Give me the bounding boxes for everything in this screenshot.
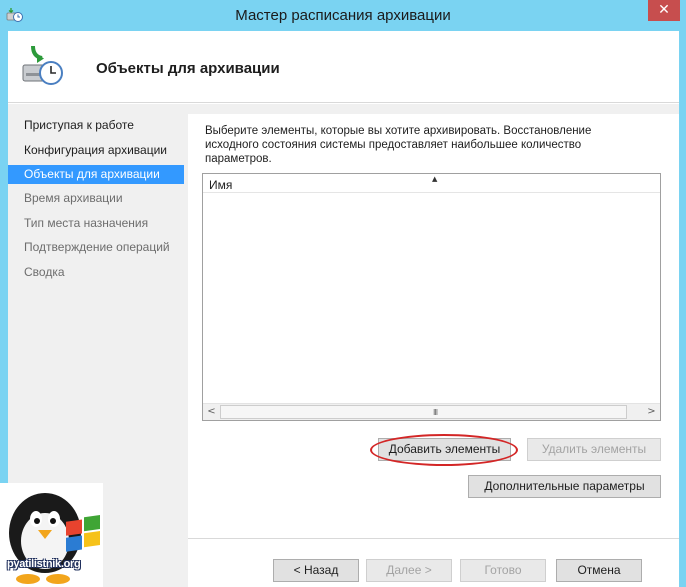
- sort-ascending-icon: ▲: [432, 175, 438, 183]
- window-title: Мастер расписания архивации: [235, 7, 451, 24]
- footer-divider: [188, 538, 679, 539]
- wizard-body: Приступая к работе Конфигурация архиваци…: [8, 104, 679, 587]
- nav-step-backup-items[interactable]: Объекты для архивации: [8, 165, 184, 184]
- remove-items-button[interactable]: Удалить элементы: [527, 438, 661, 461]
- back-button[interactable]: < Назад: [273, 559, 359, 582]
- content-panel: Выберите элементы, которые вы хотите арх…: [188, 114, 679, 587]
- nav-step-backup-time[interactable]: Время архивации: [8, 189, 184, 208]
- wizard-client: Объекты для архивации Приступая к работе…: [8, 31, 679, 587]
- next-button[interactable]: Далее >: [366, 559, 452, 582]
- page-title: Объекты для архивации: [96, 60, 280, 77]
- nav-step-summary[interactable]: Сводка: [8, 263, 184, 282]
- advanced-settings-button[interactable]: Дополнительные параметры: [468, 475, 661, 498]
- title-bar[interactable]: Мастер расписания архивации ✕: [0, 0, 686, 31]
- nav-step-confirmation[interactable]: Подтверждение операций: [8, 238, 184, 257]
- column-name-header[interactable]: Имя: [209, 178, 232, 192]
- scrollbar-thumb[interactable]: III: [220, 405, 627, 419]
- horizontal-scrollbar[interactable]: < III >: [203, 403, 660, 420]
- watermark-text: pyatilistnik.org: [7, 558, 81, 570]
- close-button[interactable]: ✕: [648, 0, 680, 21]
- penguin-logo-icon: [0, 483, 103, 587]
- instructions-text: Выберите элементы, которые вы хотите арх…: [205, 125, 592, 165]
- cancel-button[interactable]: Отмена: [556, 559, 642, 582]
- finish-button[interactable]: Готово: [460, 559, 546, 582]
- nav-step-backup-configuration[interactable]: Конфигурация архивации: [8, 141, 184, 160]
- nav-step-getting-started[interactable]: Приступая к работе: [8, 116, 184, 135]
- backup-items-list[interactable]: Имя ▲ < III >: [202, 173, 661, 421]
- nav-step-destination-type[interactable]: Тип места назначения: [8, 214, 184, 233]
- scroll-left-arrow-icon[interactable]: <: [203, 404, 220, 420]
- backup-schedule-icon: [22, 45, 63, 85]
- list-header[interactable]: Имя ▲: [203, 174, 660, 193]
- scrollbar-grip-icon: III: [433, 408, 438, 417]
- highlight-annotation: [370, 434, 518, 466]
- scroll-right-arrow-icon[interactable]: >: [643, 404, 660, 420]
- wizard-header: Объекты для архивации: [8, 31, 679, 103]
- wizard-window: Мастер расписания архивации ✕ Объекты дл…: [0, 0, 686, 587]
- site-watermark: pyatilistnik.org: [0, 483, 103, 587]
